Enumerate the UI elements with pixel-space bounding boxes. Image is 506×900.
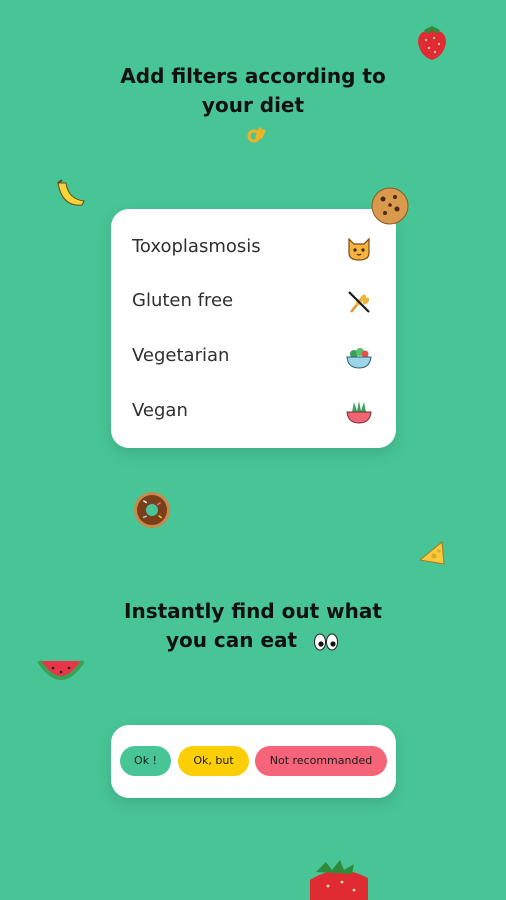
salad-bowl-icon: [346, 348, 372, 369]
filter-row-vegan[interactable]: Vegan: [132, 392, 374, 432]
filters-headline: Add filters according to your diet: [0, 62, 506, 120]
ok-status-badge[interactable]: Ok !: [120, 746, 171, 776]
cookie-icon: [371, 187, 409, 225]
filters-headline-line2: your diet: [201, 93, 305, 117]
banana-icon: [57, 179, 85, 206]
donut-icon: [134, 492, 170, 528]
eyes-icon: [314, 633, 339, 650]
strawberry-icon: [418, 26, 446, 60]
filter-row-gluten-free[interactable]: Gluten free: [132, 282, 374, 322]
cat-face-icon: [348, 237, 370, 261]
status-legend-card: Ok ! Ok, but Not recommanded: [111, 725, 396, 798]
find-headline: Instantly find out what you can eat: [0, 597, 506, 655]
filter-row-toxoplasmosis[interactable]: Toxoplasmosis: [132, 228, 374, 268]
watermelon-icon: [37, 659, 85, 680]
filter-row-vegetarian[interactable]: Vegetarian: [132, 337, 374, 377]
diet-filters-card: Toxoplasmosis Gluten free Vegetarian Veg…: [111, 209, 396, 448]
strawberry-icon: [310, 860, 368, 900]
no-wheat-icon: [348, 291, 370, 313]
ok-hand-icon: [247, 127, 266, 143]
filter-label: Vegan: [132, 400, 188, 421]
find-headline-line2: you can eat: [165, 628, 298, 652]
not-recommended-status-badge[interactable]: Not recommanded: [255, 746, 387, 776]
filter-label: Vegetarian: [132, 345, 230, 366]
filter-label: Gluten free: [132, 290, 234, 311]
find-headline-line1: Instantly find out what: [124, 599, 382, 623]
filter-label: Toxoplasmosis: [132, 236, 261, 257]
vegan-bowl-icon: [346, 401, 372, 424]
ok-but-status-badge[interactable]: Ok, but: [178, 746, 249, 776]
cheese-icon: [418, 541, 445, 565]
filters-headline-line1: Add filters according to: [120, 64, 386, 88]
